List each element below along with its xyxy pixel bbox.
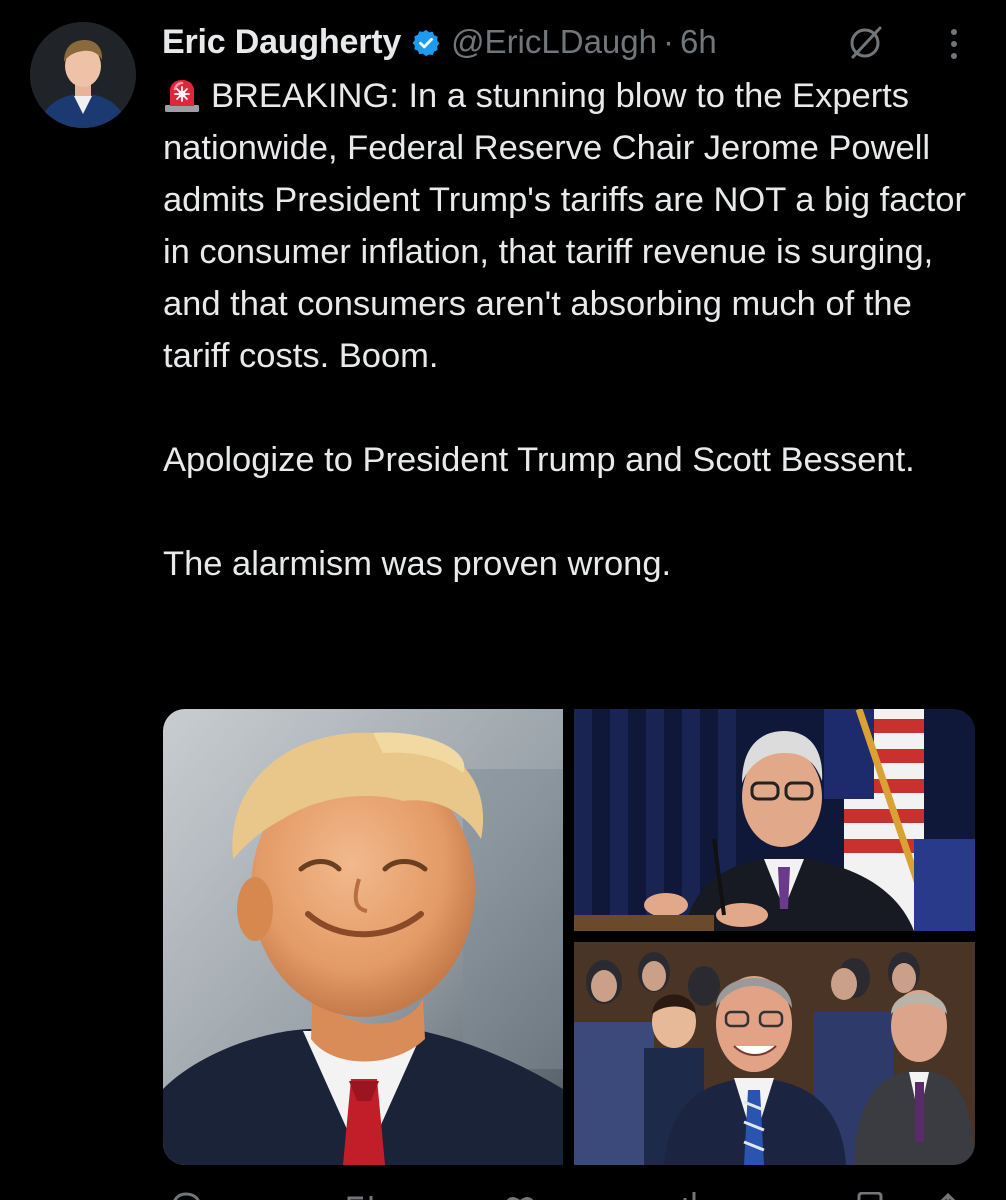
tweet-paragraph-2: Apologize to President Trump and Scott B…	[163, 441, 915, 479]
author-display-name[interactable]: Eric Daugherty	[162, 23, 401, 62]
verified-badge-icon[interactable]	[411, 28, 441, 58]
media-photo-2[interactable]	[574, 709, 975, 931]
tweet-paragraph-3: The alarmism was proven wrong.	[163, 545, 672, 583]
grok-icon[interactable]	[846, 22, 886, 62]
bookmark-icon[interactable]	[853, 1192, 887, 1200]
seated-hearing-photo	[574, 942, 975, 1165]
like-icon[interactable]	[503, 1192, 537, 1200]
smiling-man-photo	[163, 709, 563, 1165]
author-avatar[interactable]	[30, 22, 136, 128]
media-photo-1[interactable]	[163, 709, 563, 1165]
views-icon[interactable]	[677, 1192, 711, 1200]
tweet-paragraph-1: BREAKING: In a stunning blow to the Expe…	[163, 70, 983, 382]
tweet-text: BREAKING: In a stunning blow to the Expe…	[163, 70, 983, 590]
more-options-icon[interactable]	[944, 24, 964, 64]
retweet-icon[interactable]	[343, 1192, 377, 1200]
tweet-actions	[163, 1186, 975, 1200]
tweet-paragraph-1-text: BREAKING: In a stunning blow to the Expe…	[163, 77, 966, 375]
tweet[interactable]: Eric Daugherty @EricLDaugh · 6h BREAKING…	[0, 0, 1006, 1200]
speaker-at-podium-photo	[574, 709, 975, 931]
reply-icon[interactable]	[169, 1192, 203, 1200]
siren-emoji	[165, 80, 199, 112]
media-photo-3[interactable]	[574, 942, 975, 1165]
media-grid	[163, 709, 975, 1165]
author-handle[interactable]: @EricLDaugh	[451, 23, 657, 61]
avatar-photo	[30, 22, 136, 128]
tweet-timestamp[interactable]: 6h	[680, 23, 717, 61]
share-icon[interactable]	[931, 1192, 965, 1200]
header-separator: ·	[663, 23, 674, 60]
